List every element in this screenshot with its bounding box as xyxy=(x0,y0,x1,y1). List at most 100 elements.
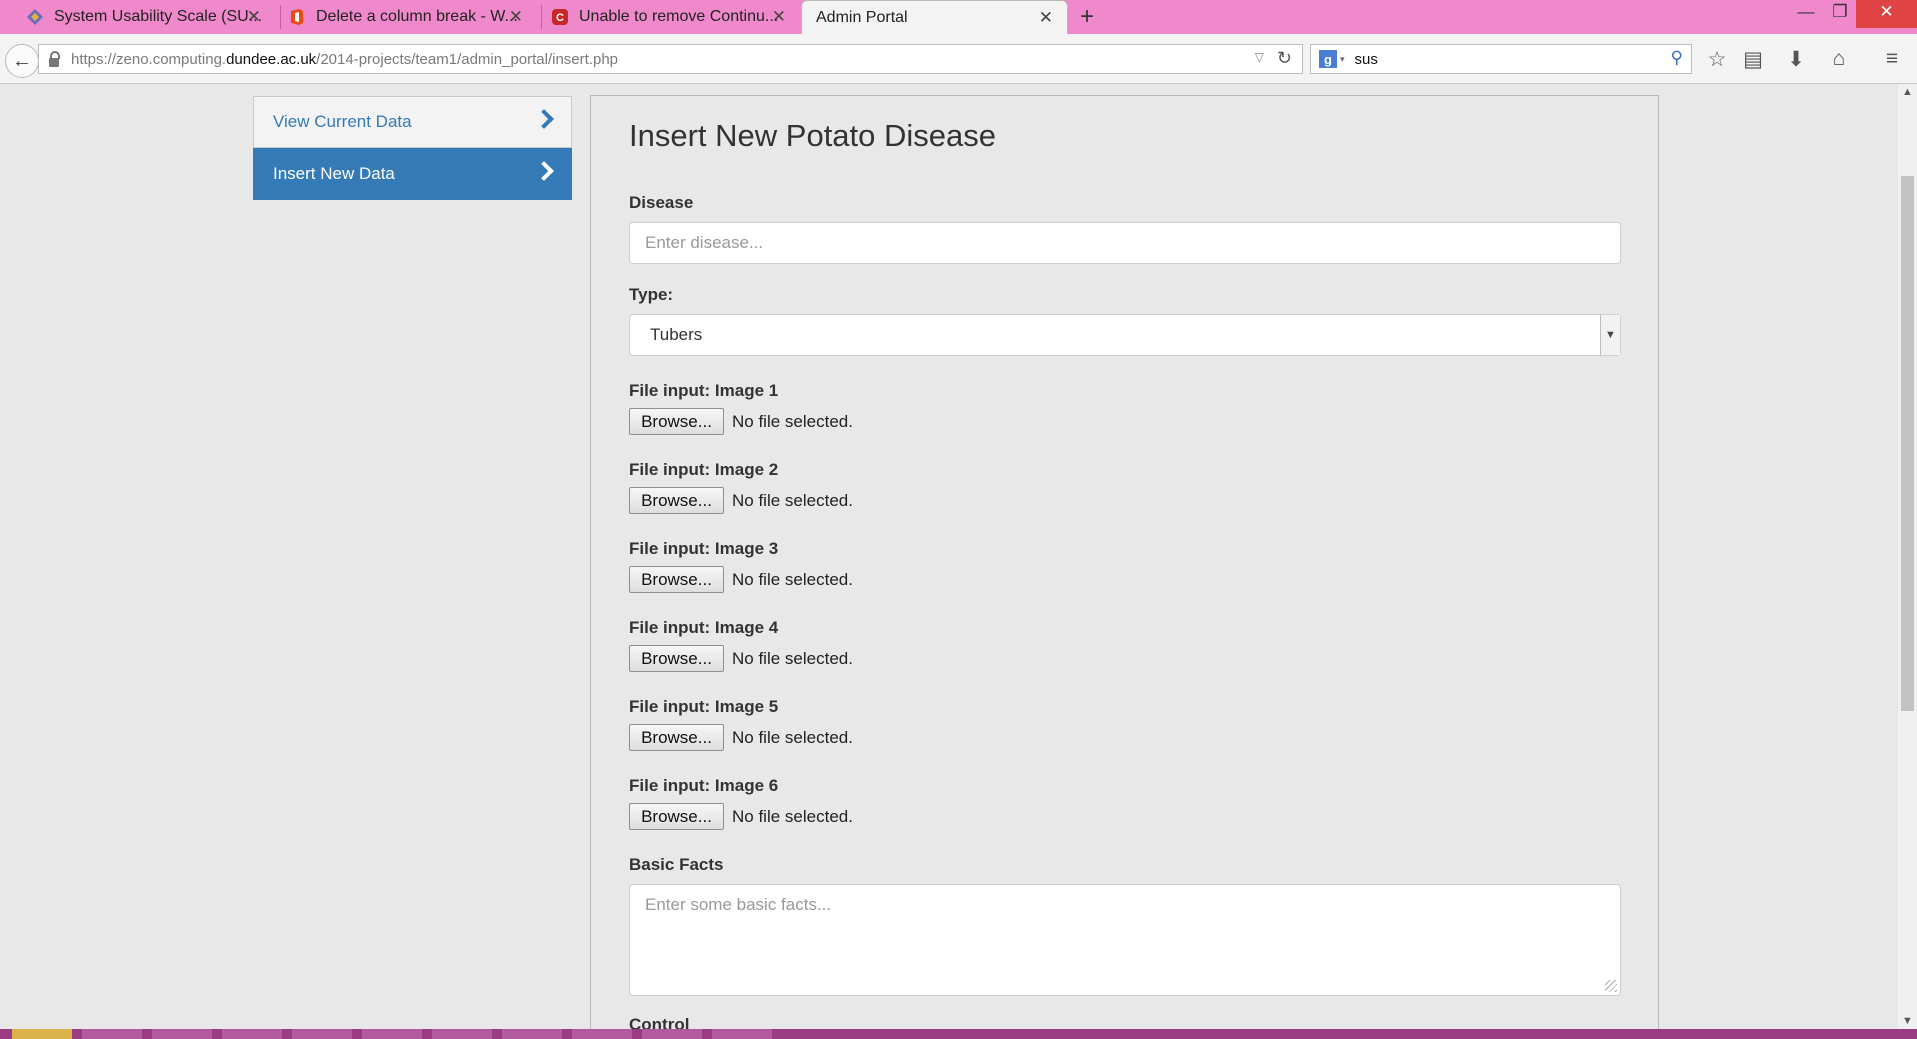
taskbar-app-icon[interactable] xyxy=(572,1029,632,1039)
disease-placeholder: Enter disease... xyxy=(645,233,764,252)
file-input-label-1: File input: Image 1 xyxy=(629,381,779,400)
close-icon[interactable]: ✕ xyxy=(509,7,523,27)
sidebar-item-view-current-data[interactable]: View Current Data xyxy=(253,96,572,148)
tab-title: Unable to remove Continu... xyxy=(579,8,779,25)
home-icon[interactable]: ⌂ xyxy=(1826,47,1852,71)
tab-system-usability-scale[interactable]: System Usability Scale (SU... ✕ xyxy=(0,0,275,34)
forum-icon: C xyxy=(552,9,568,25)
close-icon: ✕ xyxy=(1879,2,1894,21)
close-icon[interactable]: ✕ xyxy=(247,7,261,27)
file-input-4: Browse... No file selected. xyxy=(629,645,853,672)
tab-admin-portal[interactable]: Admin Portal ✕ xyxy=(801,0,1068,34)
disease-input[interactable]: Enter disease... xyxy=(629,222,1621,264)
disease-label: Disease xyxy=(629,193,694,212)
reload-icon[interactable]: ↻ xyxy=(1277,48,1292,69)
file-input-label-2: File input: Image 2 xyxy=(629,460,779,479)
control-label: Control xyxy=(629,1015,690,1029)
insert-form-panel: Insert New Potato Disease Disease Enter … xyxy=(590,95,1659,1029)
new-tab-button[interactable]: + xyxy=(1080,3,1094,31)
bookmark-star-icon[interactable]: ☆ xyxy=(1704,47,1730,71)
type-selected-value: Tubers xyxy=(650,325,703,344)
tab-delete-column-break[interactable]: Delete a column break - W... ✕ xyxy=(262,0,537,34)
file-input-label-4: File input: Image 4 xyxy=(629,618,779,637)
close-icon[interactable]: ✕ xyxy=(772,7,786,27)
type-label: Type: xyxy=(629,285,674,304)
tab-unable-to-remove[interactable]: C Unable to remove Continu... ✕ xyxy=(525,0,800,34)
chevron-right-icon xyxy=(534,161,554,181)
resize-handle[interactable] xyxy=(1605,980,1617,992)
basic-facts-label: Basic Facts xyxy=(629,855,724,874)
scroll-down-icon[interactable]: ▼ xyxy=(1902,1015,1913,1027)
back-arrow-icon: ← xyxy=(12,49,32,72)
search-engine-letter: g xyxy=(1324,51,1332,67)
browse-button[interactable]: Browse... xyxy=(629,803,724,830)
svg-text:C: C xyxy=(556,12,564,24)
taskbar-app-icon[interactable] xyxy=(712,1029,772,1039)
search-bar[interactable]: g ▾ sus ⚲ xyxy=(1310,44,1692,74)
file-input-6: Browse... No file selected. xyxy=(629,803,853,830)
url-host: dundee.ac.uk xyxy=(226,50,317,68)
file-input-label-5: File input: Image 5 xyxy=(629,697,779,716)
taskbar-app-icon[interactable] xyxy=(292,1029,352,1039)
scrollbar-thumb[interactable] xyxy=(1901,176,1914,711)
close-icon[interactable]: ✕ xyxy=(1039,8,1053,28)
close-window-button[interactable]: ✕ xyxy=(1856,0,1917,28)
tab-title: Admin Portal xyxy=(816,8,908,26)
address-bar[interactable]: https://zeno.computing.dundee.ac.uk/2014… xyxy=(38,44,1303,74)
search-input[interactable]: sus xyxy=(1355,51,1378,68)
url-prefix: https://zeno.computing. xyxy=(71,50,227,68)
sidebar-item-label: View Current Data xyxy=(273,112,412,131)
taskbar-explorer-icon[interactable] xyxy=(12,1029,72,1039)
menu-icon[interactable]: ≡ xyxy=(1879,47,1905,71)
os-taskbar xyxy=(0,1029,1917,1039)
file-input-3: Browse... No file selected. xyxy=(629,566,853,593)
google-search-engine-icon[interactable]: g xyxy=(1319,50,1337,68)
browse-button[interactable]: Browse... xyxy=(629,487,724,514)
usability-icon xyxy=(27,9,43,25)
office-icon xyxy=(291,9,303,25)
reading-list-icon[interactable]: ▤ xyxy=(1740,47,1766,71)
chevron-down-icon[interactable]: ▾ xyxy=(1340,54,1345,65)
chevron-right-icon xyxy=(534,109,554,129)
taskbar-app-icon[interactable] xyxy=(432,1029,492,1039)
tab-title: System Usability Scale (SU... xyxy=(54,8,263,25)
vertical-scrollbar[interactable]: ▲ ▼ xyxy=(1898,84,1917,1029)
tab-title: Delete a column break - W... xyxy=(316,8,518,25)
taskbar-app-icon[interactable] xyxy=(222,1029,282,1039)
sidebar-menu: View Current Data Insert New Data xyxy=(253,96,572,200)
page-content: View Current Data Insert New Data Insert… xyxy=(0,84,1898,1029)
file-input-1: Browse... No file selected. xyxy=(629,408,853,435)
taskbar-app-icon[interactable] xyxy=(152,1029,212,1039)
navigation-bar: ← https://zeno.computing.dundee.ac.uk/20… xyxy=(0,34,1917,84)
sidebar-item-insert-new-data[interactable]: Insert New Data xyxy=(253,148,572,200)
file-status: No file selected. xyxy=(732,648,853,668)
back-button[interactable]: ← xyxy=(5,44,39,78)
browse-button[interactable]: Browse... xyxy=(629,408,724,435)
download-icon[interactable]: ⬇ xyxy=(1783,47,1809,71)
url-text: https://zeno.computing.dundee.ac.uk/2014… xyxy=(71,51,618,68)
file-input-label-6: File input: Image 6 xyxy=(629,776,779,795)
chevron-down-icon[interactable]: ▼ xyxy=(1600,315,1620,355)
scroll-up-icon[interactable]: ▲ xyxy=(1902,86,1913,98)
browser-tab-bar: System Usability Scale (SU... ✕ Delete a… xyxy=(0,0,1917,34)
basic-facts-placeholder: Enter some basic facts... xyxy=(645,895,832,914)
taskbar-app-icon[interactable] xyxy=(82,1029,142,1039)
file-status: No file selected. xyxy=(732,569,853,589)
type-select[interactable]: Tubers ▼ xyxy=(629,314,1621,356)
sidebar-item-label: Insert New Data xyxy=(273,164,395,183)
file-input-5: Browse... No file selected. xyxy=(629,724,853,751)
taskbar-app-icon[interactable] xyxy=(502,1029,562,1039)
url-path: /2014-projects/team1/admin_portal/insert… xyxy=(316,50,619,68)
browse-button[interactable]: Browse... xyxy=(629,566,724,593)
page-title: Insert New Potato Disease xyxy=(629,118,997,153)
taskbar-app-icon[interactable] xyxy=(362,1029,422,1039)
file-input-label-3: File input: Image 3 xyxy=(629,539,779,558)
history-dropdown-icon[interactable]: ▽ xyxy=(1255,50,1264,64)
basic-facts-textarea[interactable]: Enter some basic facts... xyxy=(629,884,1621,996)
taskbar-app-icon[interactable] xyxy=(642,1029,702,1039)
browse-button[interactable]: Browse... xyxy=(629,724,724,751)
file-status: No file selected. xyxy=(732,411,853,431)
file-status: No file selected. xyxy=(732,727,853,747)
browse-button[interactable]: Browse... xyxy=(629,645,724,672)
search-icon[interactable]: ⚲ xyxy=(1671,48,1683,68)
